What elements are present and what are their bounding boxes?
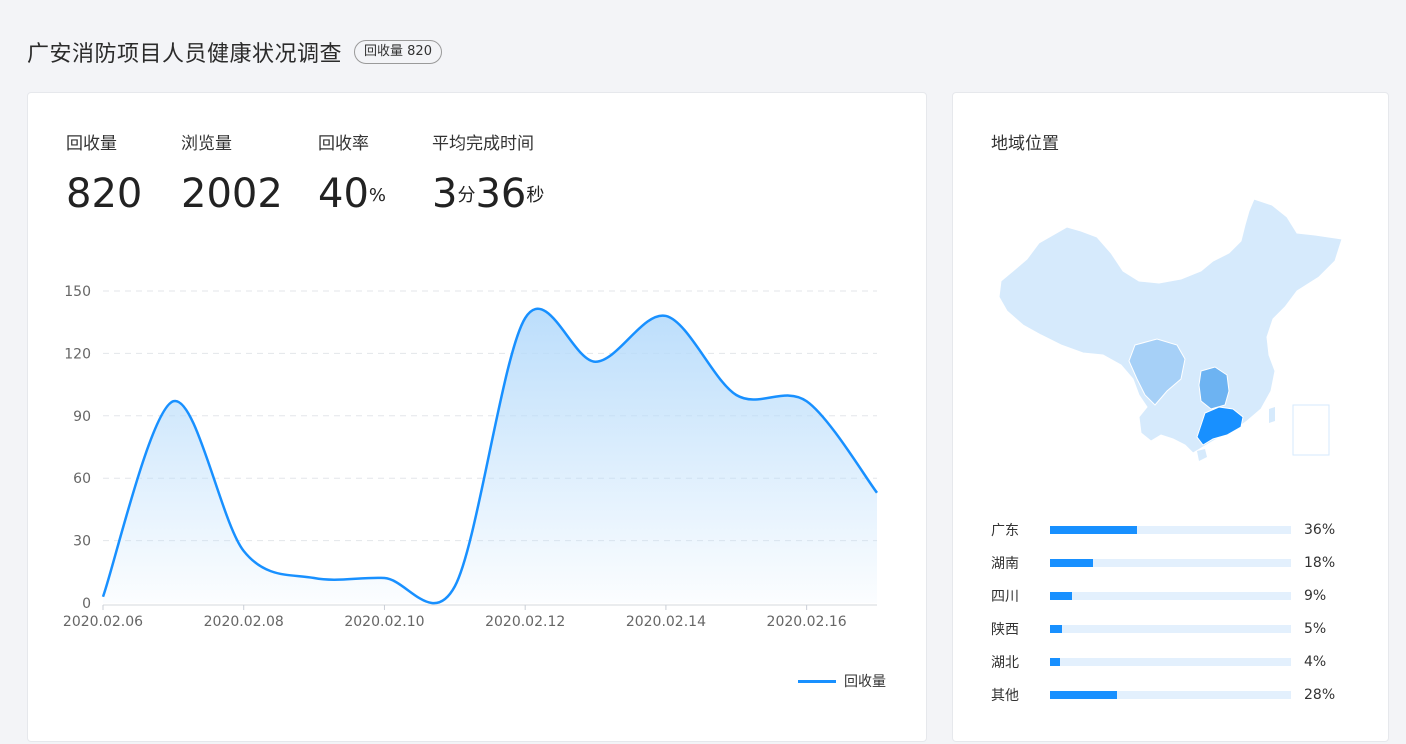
region-row: 陕西 5% — [991, 619, 1351, 639]
region-row: 湖南 18% — [991, 553, 1351, 573]
data-point[interactable] — [101, 594, 106, 599]
map-island-taiwan — [1269, 407, 1275, 423]
region-row: 其他 28% — [991, 685, 1351, 705]
x-tick-label: 2020.02.08 — [204, 614, 284, 630]
page-title: 广安消防项目人员健康状况调查 — [27, 42, 343, 67]
region-bar-fill — [1050, 592, 1072, 600]
region-bar — [1050, 658, 1291, 666]
region-bar-fill — [1050, 559, 1094, 567]
y-tick-label: 60 — [73, 471, 91, 487]
y-tick-label: 0 — [82, 596, 91, 612]
legend-line-swatch — [798, 679, 836, 683]
region-pct: 28% — [1304, 687, 1336, 703]
region-bar — [1050, 592, 1291, 600]
region-bar-fill — [1050, 691, 1118, 699]
y-tick-label: 120 — [64, 346, 91, 362]
y-tick-label: 90 — [73, 409, 91, 425]
data-point[interactable] — [241, 549, 246, 554]
region-title: 地域位置 — [991, 134, 1059, 154]
region-pct: 36% — [1304, 522, 1336, 538]
data-point[interactable] — [312, 576, 317, 581]
data-point[interactable] — [663, 313, 668, 318]
region-row: 四川 9% — [991, 586, 1351, 606]
region-bar — [1050, 625, 1291, 633]
y-tick-label: 150 — [64, 284, 91, 300]
map-south-sea-inset — [1292, 404, 1330, 456]
chart-legend[interactable]: 回收量 — [798, 671, 886, 691]
region-bar-fill — [1050, 526, 1137, 534]
map-region-hunan — [1198, 366, 1230, 410]
region-pct: 18% — [1304, 555, 1336, 571]
region-bar-fill — [1050, 625, 1063, 633]
data-point[interactable] — [875, 490, 880, 495]
data-point[interactable] — [452, 584, 457, 589]
region-row: 广东 36% — [991, 520, 1351, 540]
count-badge: 回收量 820 — [354, 40, 442, 64]
data-point[interactable] — [382, 576, 387, 581]
x-tick-label: 2020.02.12 — [485, 614, 565, 630]
region-name: 广东 — [991, 523, 1019, 539]
map-mainland — [998, 198, 1343, 454]
region-name: 湖北 — [991, 655, 1019, 671]
data-point[interactable] — [804, 399, 809, 404]
region-bar — [1050, 526, 1291, 534]
data-point[interactable] — [171, 399, 176, 404]
region-bar — [1050, 691, 1291, 699]
x-tick-label: 2020.02.06 — [63, 614, 143, 630]
data-point[interactable] — [523, 316, 528, 321]
stats-chart-card: 回收量 820 浏览量 2002 回收率 40% 平均完成时间 3分36秒 03… — [27, 92, 927, 742]
data-point[interactable] — [734, 393, 739, 398]
region-row: 湖北 4% — [991, 652, 1351, 672]
region-bar-fill — [1050, 658, 1060, 666]
data-point[interactable] — [593, 359, 598, 364]
china-map — [997, 195, 1347, 469]
y-tick-label: 30 — [73, 534, 91, 550]
area-chart: 0 30 60 90 120 150 2020.02.06 2020.02.08 2020.02… — [63, 284, 880, 630]
x-tick-label: 2020.02.10 — [344, 614, 424, 630]
region-bar — [1050, 559, 1291, 567]
region-card: 地域位置 广东 36% 湖南 18% 四川 9% 陕西 5% 湖北 4% 其他 … — [952, 92, 1389, 742]
legend-label: 回收量 — [844, 674, 886, 690]
x-tick-label: 2020.02.14 — [626, 614, 706, 630]
region-name: 其他 — [991, 688, 1019, 704]
region-name: 陕西 — [991, 622, 1019, 638]
region-pct: 4% — [1304, 654, 1327, 670]
page-header: 广安消防项目人员健康状况调查 回收量 820 — [27, 36, 442, 68]
x-tick-label: 2020.02.16 — [767, 614, 847, 630]
map-island-hainan — [1197, 449, 1207, 461]
region-name: 四川 — [991, 589, 1019, 605]
region-pct: 5% — [1304, 621, 1327, 637]
region-name: 湖南 — [991, 556, 1019, 572]
region-pct: 9% — [1304, 588, 1327, 604]
